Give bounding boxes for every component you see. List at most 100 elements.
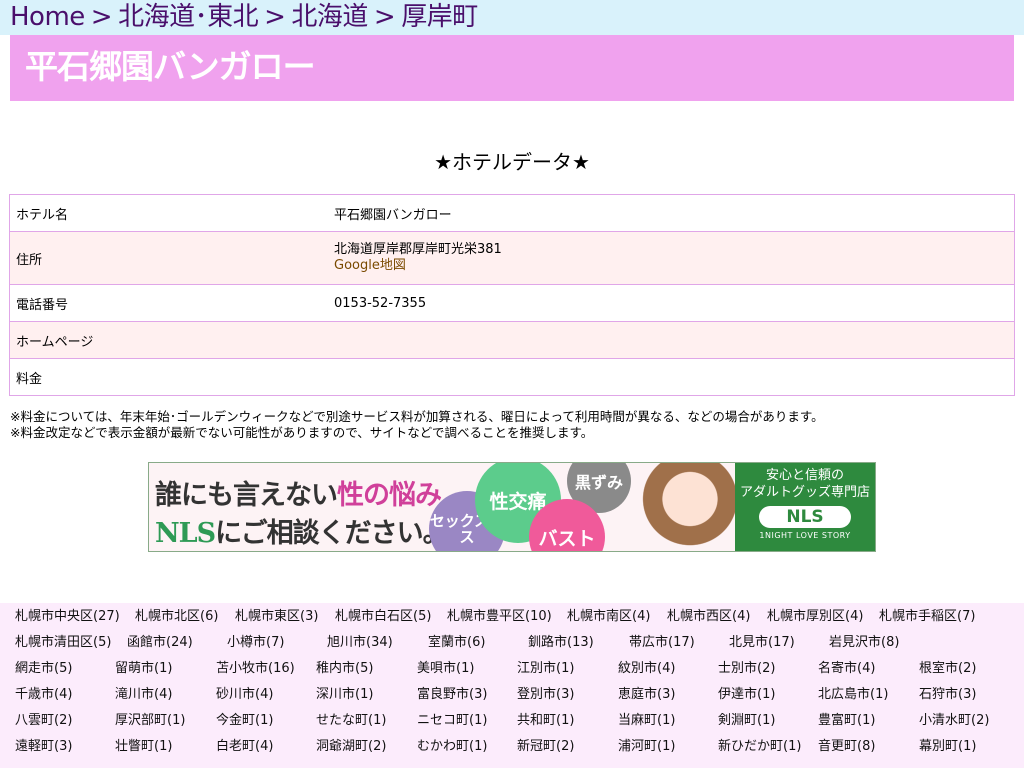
area-link[interactable]: 北見市(17) — [729, 635, 795, 651]
area-link[interactable]: 遠軽町(3) — [15, 739, 72, 755]
breadcrumb-home-link[interactable]: Home — [10, 2, 85, 32]
row-value-homepage — [328, 321, 1015, 359]
area-link[interactable]: 小樽市(7) — [227, 635, 284, 651]
area-link[interactable]: 根室市(2) — [919, 661, 976, 677]
breadcrumb-separator: > — [90, 2, 113, 32]
table-row: 料金 — [9, 358, 1015, 396]
area-link[interactable]: 札幌市厚別区(4) — [767, 609, 863, 625]
area-link[interactable]: 留萌市(1) — [115, 661, 172, 677]
area-link[interactable]: 洞爺湖町(2) — [316, 739, 386, 755]
panel-line1: 安心と信頼の — [765, 468, 844, 483]
note-line: ※料金については、年末年始･ゴールデンウィークなどで別途サービス料が加算される、… — [10, 409, 824, 424]
area-link[interactable]: 札幌市白石区(5) — [335, 609, 431, 625]
row-label-phone: 電話番号 — [9, 284, 328, 322]
area-link[interactable]: 小清水町(2) — [919, 713, 989, 729]
breadcrumb-separator: > — [373, 2, 396, 32]
area-link[interactable]: 札幌市西区(4) — [667, 609, 750, 625]
row-value-hotel-name: 平石郷園バンガロー — [328, 194, 1015, 232]
breadcrumb-region-link[interactable]: 北海道･東北 — [118, 2, 259, 32]
area-link[interactable]: せたな町(1) — [316, 713, 386, 729]
section-heading: ★ホテルデータ★ — [434, 150, 590, 174]
area-link[interactable]: 稚内市(5) — [316, 661, 373, 677]
page-title: 平石郷園バンガロー — [25, 47, 316, 86]
area-link[interactable]: 北広島市(1) — [818, 687, 888, 703]
area-link[interactable]: 札幌市中央区(27) — [15, 609, 120, 625]
area-link[interactable]: 恵庭市(3) — [618, 687, 675, 703]
panel-tagline: 1NIGHT LOVE STORY — [759, 531, 851, 540]
breadcrumb: Home > 北海道･東北 > 北海道 > 厚岸町 — [0, 0, 1024, 35]
row-value-phone: 0153-52-7355 — [328, 284, 1015, 322]
area-link[interactable]: 千歳市(4) — [15, 687, 72, 703]
breadcrumb-town-link[interactable]: 厚岸町 — [401, 2, 478, 32]
area-link[interactable]: 壮瞥町(1) — [115, 739, 172, 755]
row-label-price: 料金 — [9, 358, 328, 396]
area-link[interactable]: 網走市(5) — [15, 661, 72, 677]
hotel-data-table: ホテル名 平石郷園バンガロー 住所 北海道厚岸郡厚岸町光栄381 Google地… — [9, 194, 1015, 396]
row-value-price — [328, 358, 1015, 396]
table-row: 電話番号 0153-52-7355 — [9, 284, 1015, 322]
row-value-address: 北海道厚岸郡厚岸町光栄381 — [334, 242, 502, 257]
area-row: 札幌市清田区(5) 函館市(24) 小樽市(7) 旭川市(34) 室蘭市(6) … — [0, 629, 1024, 655]
area-link[interactable]: 深川市(1) — [316, 687, 373, 703]
area-link[interactable]: 石狩市(3) — [919, 687, 976, 703]
area-link[interactable]: 共和町(1) — [517, 713, 574, 729]
area-link[interactable]: 札幌市手稲区(7) — [879, 609, 975, 625]
area-link[interactable]: 当麻町(1) — [618, 713, 675, 729]
area-row: 札幌市中央区(27) 札幌市北区(6) 札幌市東区(3) 札幌市白石区(5) 札… — [0, 603, 1024, 629]
area-link[interactable]: 帯広市(17) — [629, 635, 695, 651]
area-link[interactable]: 浦河町(1) — [618, 739, 675, 755]
table-row: ホテル名 平石郷園バンガロー — [9, 194, 1015, 232]
area-link[interactable]: 富良野市(3) — [417, 687, 487, 703]
area-link[interactable]: 室蘭市(6) — [428, 635, 485, 651]
area-link[interactable]: 砂川市(4) — [216, 687, 273, 703]
row-label-homepage: ホームページ — [9, 321, 328, 359]
area-link[interactable]: 札幌市北区(6) — [135, 609, 218, 625]
area-link[interactable]: 士別市(2) — [718, 661, 775, 677]
area-link[interactable]: 伊達市(1) — [718, 687, 775, 703]
area-link[interactable]: 札幌市豊平区(10) — [447, 609, 552, 625]
google-map-link[interactable]: Google地図 — [334, 258, 406, 273]
panel-line2: アダルトグッズ専門店 — [739, 485, 870, 500]
area-link[interactable]: 札幌市東区(3) — [235, 609, 318, 625]
area-link[interactable]: 幕別町(1) — [919, 739, 976, 755]
area-link[interactable]: 厚沢部町(1) — [115, 713, 185, 729]
area-link[interactable]: 新冠町(2) — [517, 739, 574, 755]
area-link[interactable]: むかわ町(1) — [417, 739, 487, 755]
area-list: 札幌市中央区(27) 札幌市北区(6) 札幌市東区(3) 札幌市白石区(5) 札… — [0, 603, 1024, 768]
nls-logo: NLS — [759, 506, 851, 528]
note-line: ※料金改定などで表示金額が最新でない可能性がありますので、サイトなどで調べること… — [10, 425, 594, 440]
area-link[interactable]: 名寄市(4) — [818, 661, 875, 677]
area-row: 網走市(5) 留萌市(1) 苫小牧市(16) 稚内市(5) 美唄市(1) 江別市… — [0, 655, 1024, 681]
area-link[interactable]: 釧路市(13) — [528, 635, 594, 651]
banner-line1: 誰にも言えない性の悩み — [155, 473, 442, 512]
area-link[interactable]: 苫小牧市(16) — [216, 661, 295, 677]
area-row: 八雲町(2) 厚沢部町(1) 今金町(1) せたな町(1) ニセコ町(1) 共和… — [0, 707, 1024, 733]
area-link[interactable]: 札幌市清田区(5) — [15, 635, 111, 651]
banner-line1-highlight: 性の悩み — [337, 480, 442, 511]
area-link[interactable]: 剣淵町(1) — [718, 713, 775, 729]
banner-store-panel: 安心と信頼の アダルトグッズ専門店 NLS 1NIGHT LOVE STORY — [735, 463, 875, 551]
area-link[interactable]: 新ひだか町(1) — [718, 739, 801, 755]
area-link[interactable]: 豊富町(1) — [818, 713, 875, 729]
area-link[interactable]: 音更町(8) — [818, 739, 875, 755]
area-link[interactable]: 函館市(24) — [127, 635, 193, 651]
area-link[interactable]: 札幌市南区(4) — [567, 609, 650, 625]
area-link[interactable]: ニセコ町(1) — [417, 713, 487, 729]
breadcrumb-separator: > — [264, 2, 286, 32]
area-link[interactable]: 八雲町(2) — [15, 713, 72, 729]
area-link[interactable]: 江別市(1) — [517, 661, 574, 677]
area-row: 千歳市(4) 滝川市(4) 砂川市(4) 深川市(1) 富良野市(3) 登別市(… — [0, 681, 1024, 707]
ad-banner[interactable]: 誰にも言えない性の悩み NLSにご相談ください。 セックスレス 性交痛 黒ずみ … — [148, 462, 876, 552]
area-link[interactable]: 白老町(4) — [216, 739, 273, 755]
area-link[interactable]: 岩見沢市(8) — [829, 635, 899, 651]
area-link[interactable]: 登別市(3) — [517, 687, 574, 703]
title-bar: 平石郷園バンガロー — [10, 35, 1014, 101]
area-link[interactable]: 紋別市(4) — [618, 661, 675, 677]
area-link[interactable]: 今金町(1) — [216, 713, 273, 729]
area-link[interactable]: 滝川市(4) — [115, 687, 172, 703]
breadcrumb-prefecture-link[interactable]: 北海道 — [291, 2, 368, 32]
table-row: 住所 北海道厚岸郡厚岸町光栄381 Google地図 — [9, 231, 1015, 285]
table-row: ホームページ — [9, 321, 1015, 359]
area-link[interactable]: 旭川市(34) — [327, 635, 393, 651]
area-link[interactable]: 美唄市(1) — [417, 661, 474, 677]
